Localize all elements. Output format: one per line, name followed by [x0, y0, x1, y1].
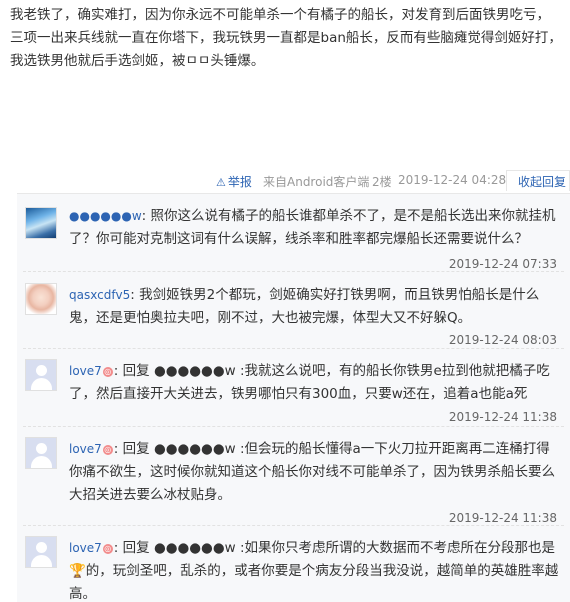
colon: : — [113, 540, 123, 556]
reply-word: 回复 — [122, 441, 150, 457]
default-avatar-head — [36, 542, 47, 553]
medal-icon: ◎ — [102, 445, 113, 455]
post-body: 我老铁了，确实难打，因为你永远不可能单杀一个有橘子的船长，对发育到后面铁男吃亏，… — [10, 7, 562, 69]
post-time: 2019-12-24 04:28 — [398, 173, 507, 187]
colon: : — [235, 363, 245, 379]
avatar[interactable] — [25, 207, 57, 239]
reply-username[interactable]: love7 — [69, 442, 102, 456]
reply-time: 2019-12-24 08:03 — [448, 333, 557, 347]
colon: : — [130, 287, 140, 303]
reply-item: love7 ◎: 回复 ●●●●●●w :我就这么说吧，有的船长你铁男e拉到他就把… — [17, 349, 570, 427]
default-avatar-head — [36, 443, 47, 454]
reply-item: love7 ◎: 回复 ●●●●●●w :但会玩的船长懂得a一下火刀拉开距离再二连… — [17, 427, 570, 526]
reply-text: love7 ◎: 回复 ●●●●●●w :但会玩的船长懂得a一下火刀拉开距离再二连… — [69, 438, 561, 507]
reply-target[interactable]: ●●●●●●w — [154, 363, 236, 379]
report-label[interactable]: 举报 — [228, 175, 252, 189]
reply-word: 回复 — [122, 540, 150, 556]
reply-text: qasxcdfv5: 我剑姬铁男2个都玩，剑姬确实好打铁男啊，而且铁男怕船长是什… — [69, 284, 561, 330]
colon: : — [235, 540, 245, 556]
reply-item: qasxcdfv5: 我剑姬铁男2个都玩，剑姬确实好打铁男啊，而且铁男怕船长是什… — [17, 272, 570, 349]
reply-list: ●●●●●●w: 照你这么说有橘子的船长谁都单杀不了，是不是船长选出来你就挂机了… — [17, 193, 570, 602]
default-avatar-body — [31, 456, 52, 468]
reply-text: love7 ◎: 回复 ●●●●●●w :我就这么说吧，有的船长你铁男e拉到他就把… — [69, 360, 561, 406]
reply-content: 我剑姬铁男2个都玩，剑姬确实好打铁男啊，而且铁男怕船长是什么鬼，还是更怕奥拉夫吧… — [69, 287, 540, 326]
reply-text: love7 ◎: 回复 ●●●●●●w :如果你只考虑所谓的大数据而不考虑所在分段… — [69, 537, 561, 602]
reply-time: 2019-12-24 11:38 — [448, 511, 557, 525]
medal-icon: ◎ — [102, 544, 113, 554]
reply-username[interactable]: qasxcdfv5 — [69, 288, 130, 302]
reply-username[interactable]: love7 — [69, 364, 102, 378]
medal-icon: ◎ — [102, 367, 113, 377]
colon: : — [113, 363, 123, 379]
reply-item: ●●●●●●w: 照你这么说有橘子的船长谁都单杀不了，是不是船长选出来你就挂机了… — [17, 194, 570, 272]
avatar[interactable] — [25, 536, 57, 568]
reply-text: ●●●●●●w: 照你这么说有橘子的船长谁都单杀不了，是不是船长选出来你就挂机了… — [69, 205, 561, 251]
reply-username[interactable]: love7 — [69, 541, 102, 555]
warning-icon: ⚠ — [216, 176, 226, 189]
colon: : — [113, 441, 123, 457]
default-avatar-head — [36, 365, 47, 376]
fold-replies-link[interactable]: 收起回复 — [518, 173, 566, 190]
reply-time: 2019-12-24 07:33 — [448, 257, 557, 271]
avatar[interactable] — [25, 283, 57, 315]
colon: : — [235, 441, 245, 457]
reply-item: love7 ◎: 回复 ●●●●●●w :如果你只考虑所谓的大数据而不考虑所在分段… — [17, 526, 570, 602]
reply-target[interactable]: ●●●●●●w — [154, 540, 236, 556]
client-source: 来自Android客户端 — [263, 175, 370, 189]
avatar[interactable] — [25, 359, 57, 391]
reply-target[interactable]: ●●●●●●w — [154, 441, 236, 457]
post-meta-bar: ⚠ 举报 来自Android客户端 2楼 2019-12-24 04:28 收起回… — [0, 170, 570, 191]
report-link[interactable]: ⚠ 举报 — [216, 173, 252, 190]
reply-word: 回复 — [122, 363, 150, 379]
reply-username[interactable]: ●●●●●●w — [69, 209, 142, 223]
avatar[interactable] — [25, 437, 57, 469]
default-avatar-body — [31, 555, 52, 567]
default-avatar-body — [31, 378, 52, 390]
reply-time: 2019-12-24 11:38 — [448, 410, 557, 424]
floor-number: 2楼 — [372, 175, 392, 189]
